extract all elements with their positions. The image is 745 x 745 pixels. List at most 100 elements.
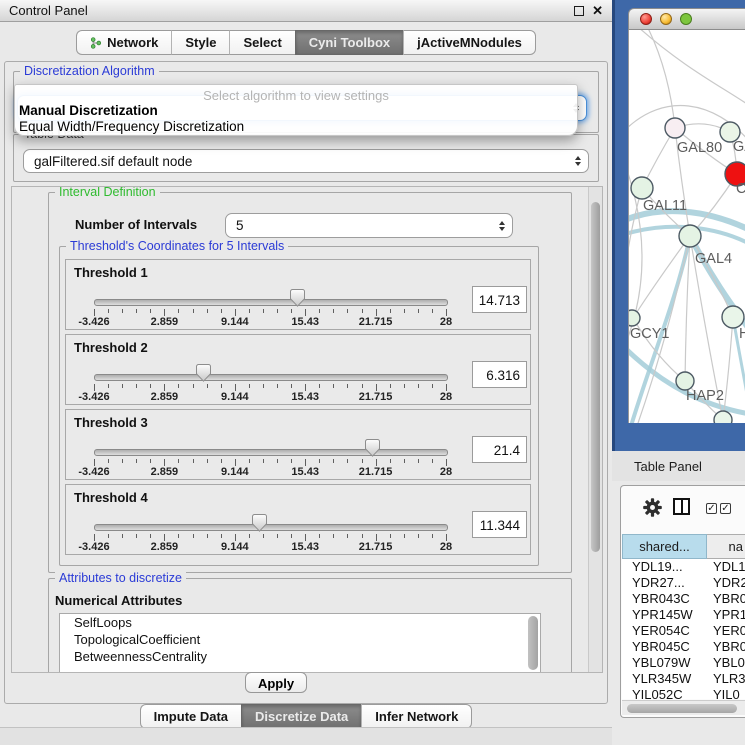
- table-cell[interactable]: YBR043C: [622, 591, 707, 607]
- table-cell[interactable]: YDR2: [707, 575, 745, 591]
- gear-icon[interactable]: [643, 498, 662, 522]
- slider-thumb-icon[interactable]: [195, 363, 212, 383]
- slider-thumb-icon[interactable]: [251, 513, 268, 533]
- slider-track[interactable]: [94, 524, 448, 531]
- tab-select[interactable]: Select: [229, 30, 294, 55]
- tab-style[interactable]: Style: [171, 30, 229, 55]
- threshold-value-field[interactable]: 11.344: [472, 511, 527, 538]
- network-node[interactable]: [714, 411, 732, 423]
- columns-icon[interactable]: [673, 498, 690, 515]
- threshold-value-field[interactable]: 14.713: [472, 286, 527, 313]
- table-cell[interactable]: YBR045C: [622, 639, 707, 655]
- tab-cyni-toolbox[interactable]: Cyni Toolbox: [295, 30, 403, 55]
- table-cell[interactable]: YPR1: [707, 607, 745, 623]
- network-node-gal11[interactable]: [631, 177, 653, 199]
- dropdown-option-manual-discretization[interactable]: Manual Discretization: [15, 103, 577, 119]
- tick-mark: [94, 459, 95, 466]
- num-intervals-select[interactable]: 5: [225, 213, 513, 238]
- attributes-list-scrollbar[interactable]: [528, 616, 538, 672]
- column-header-shared[interactable]: shared...: [622, 534, 707, 559]
- checkbox-icon[interactable]: ✓: [706, 503, 717, 514]
- network-node-gal80[interactable]: [665, 118, 685, 138]
- slider-thumb-icon[interactable]: [364, 438, 381, 458]
- attributes-list[interactable]: SelfLoopsTopologicalCoefficientBetweenne…: [59, 613, 541, 673]
- tick-label: -3.426: [78, 316, 109, 328]
- tick-mark: [207, 384, 208, 388]
- table-row[interactable]: YLR345WYLR3: [622, 671, 745, 687]
- tick-label: -3.426: [78, 391, 109, 403]
- checkbox-icon[interactable]: ✓: [720, 503, 731, 514]
- panel-title: Control Panel: [9, 3, 88, 18]
- table-cell[interactable]: YLR345W: [622, 671, 707, 687]
- tab-discretize-data[interactable]: Discretize Data: [241, 704, 361, 729]
- tab-impute-data[interactable]: Impute Data: [140, 704, 241, 729]
- network-window-titlebar[interactable]: [628, 8, 745, 30]
- tick-mark: [362, 384, 363, 388]
- threshold-label: Threshold 4: [74, 490, 148, 505]
- threshold-value-field[interactable]: 6.316: [472, 361, 527, 388]
- table-cell[interactable]: YER0: [707, 623, 745, 639]
- network-node-h[interactable]: [722, 306, 744, 328]
- table-cell[interactable]: YPR145W: [622, 607, 707, 623]
- attributes-group: Attributes to discretize Numerical Attri…: [48, 578, 572, 673]
- tick-label: 15.43: [291, 541, 319, 553]
- table-row[interactable]: YBR045CYBR0: [622, 639, 745, 655]
- network-node-gal4[interactable]: [679, 225, 701, 247]
- list-item-selfloops[interactable]: SelfLoops: [60, 614, 540, 631]
- table-row[interactable]: YDL19...YDL1: [622, 559, 745, 575]
- tick-mark: [291, 459, 292, 463]
- table-hscrollbar[interactable]: [622, 700, 745, 715]
- dropdown-option-equal-width-frequency-discretization[interactable]: Equal Width/Frequency Discretization: [15, 119, 577, 135]
- panel-footer: [0, 727, 612, 745]
- table-cell[interactable]: YIL052C: [622, 687, 707, 699]
- table-panel-titlebar[interactable]: Table Panel: [612, 451, 745, 481]
- table-data-group: Table Data galFiltered.sif default node: [13, 134, 599, 182]
- list-item-topologicalcoefficient[interactable]: TopologicalCoefficient: [60, 631, 540, 648]
- table-cell[interactable]: YDL1: [707, 559, 745, 575]
- apply-button[interactable]: Apply: [245, 672, 307, 693]
- network-node-gcy1[interactable]: [629, 310, 640, 326]
- slider-track[interactable]: [94, 299, 448, 306]
- table-cell[interactable]: YIL0: [707, 687, 745, 699]
- tick-mark: [291, 384, 292, 388]
- table-cell[interactable]: YLR3: [707, 671, 745, 687]
- zoom-traffic-light-icon[interactable]: [680, 13, 692, 25]
- tick-mark: [94, 309, 95, 316]
- table-cell[interactable]: YBL0: [707, 655, 745, 671]
- table-cell[interactable]: YBR0: [707, 591, 745, 607]
- tab-infer-network[interactable]: Infer Network: [361, 704, 472, 729]
- column-header-na[interactable]: na: [707, 534, 745, 559]
- table-row[interactable]: YBL079WYBL0: [622, 655, 745, 671]
- tick-label: 15.43: [291, 466, 319, 478]
- close-traffic-light-icon[interactable]: [640, 13, 652, 25]
- slider-thumb-icon[interactable]: [289, 288, 306, 308]
- table-data-select[interactable]: galFiltered.sif default node: [23, 149, 589, 173]
- minimize-traffic-light-icon[interactable]: [660, 13, 672, 25]
- scrollbar-thumb[interactable]: [627, 704, 737, 713]
- tick-mark: [418, 384, 419, 388]
- tab-jactivemnodules[interactable]: jActiveMNodules: [403, 30, 536, 55]
- list-item-betweennesscentrality[interactable]: BetweennessCentrality: [60, 648, 540, 665]
- tab-network[interactable]: Network: [76, 30, 171, 55]
- slider-track[interactable]: [94, 374, 448, 381]
- table-cell[interactable]: YBR0: [707, 639, 745, 655]
- table-cell[interactable]: YBL079W: [622, 655, 707, 671]
- network-canvas[interactable]: GAL80GACGAL11GAL4GCY1HHAP2: [628, 30, 745, 423]
- tick-label: 28: [440, 466, 452, 478]
- table-row[interactable]: YIL052CYIL0: [622, 687, 745, 699]
- float-icon[interactable]: [574, 6, 584, 16]
- tick-mark: [221, 309, 222, 313]
- scrollbar-thumb[interactable]: [591, 202, 600, 552]
- close-icon[interactable]: ✕: [592, 4, 603, 17]
- table-cell[interactable]: YER054C: [622, 623, 707, 639]
- table-row[interactable]: YPR145WYPR1: [622, 607, 745, 623]
- table-row[interactable]: YBR043CYBR0: [622, 591, 745, 607]
- settings-scrollbar[interactable]: [588, 187, 602, 672]
- slider-track[interactable]: [94, 449, 448, 456]
- table-row[interactable]: YER054CYER0: [622, 623, 745, 639]
- threshold-value-field[interactable]: 21.4: [472, 436, 527, 463]
- table-cell[interactable]: YDR27...: [622, 575, 707, 591]
- table-cell[interactable]: YDL19...: [622, 559, 707, 575]
- table-row[interactable]: YDR27...YDR2: [622, 575, 745, 591]
- tick-mark: [136, 309, 137, 313]
